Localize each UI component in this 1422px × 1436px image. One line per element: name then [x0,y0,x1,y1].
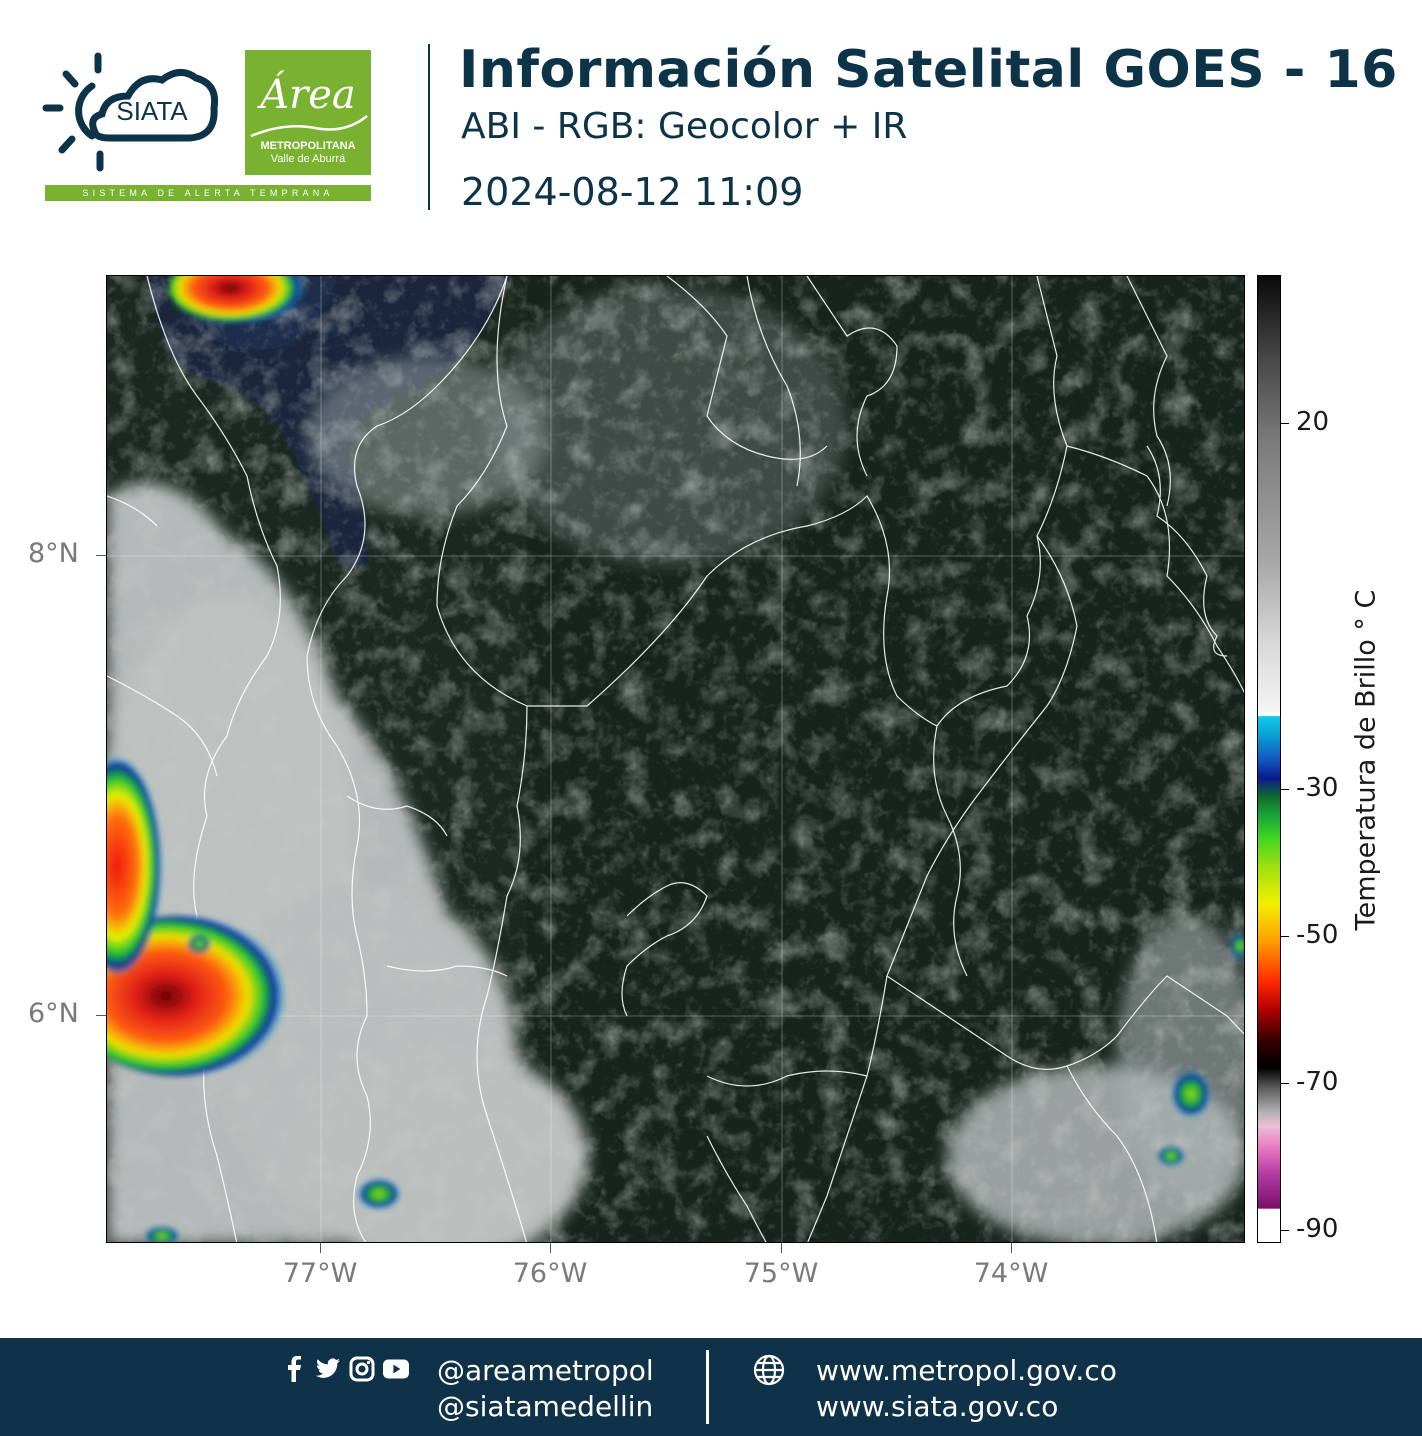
social-handle-siatamedellin[interactable]: @siatamedellin [437,1390,653,1423]
lon-label-76w: 76°W [512,1258,588,1289]
colorbar-tick [1281,1230,1289,1231]
social-icons [281,1354,409,1384]
temperature-colorbar [1257,275,1281,1243]
colorbar-tick [1281,789,1289,790]
colorbar-label: 20 [1296,407,1330,437]
lon-label-75w: 75°W [743,1258,819,1289]
area-logo-swoosh-icon [250,115,368,138]
twitter-icon[interactable] [315,1356,341,1382]
page-title: Información Satelital GOES - 16 [459,40,1398,100]
area-logo-line2: Valle de Aburrá [270,153,346,165]
lon-tick-77w [320,1243,321,1253]
product-subtitle: ABI - RGB: Geocolor + IR [461,106,908,147]
area-metropolitana-logo: Área METROPOLITANA Valle de Aburrá [245,50,371,175]
colorbar-tick [1281,1083,1289,1084]
lat-label-8n: 8°N [28,538,79,569]
colorbar-tick [1281,936,1289,937]
siata-tagline: SISTEMA DE ALERTA TEMPRANA [45,185,371,201]
lat-tick-6n [96,1015,106,1016]
link-siata[interactable]: www.siata.gov.co [816,1390,1058,1423]
globe-icon [753,1354,785,1386]
satellite-map-image [107,276,1244,1242]
lat-tick-8n [96,555,106,556]
link-metropol[interactable]: www.metropol.gov.co [816,1354,1117,1387]
lon-tick-75w [781,1243,782,1253]
colorbar-tick [1281,423,1289,424]
youtube-icon[interactable] [383,1356,409,1382]
siata-logo: SIATA [40,44,230,176]
colorbar-label: -50 [1296,920,1339,950]
lon-label-77w: 77°W [282,1258,358,1289]
social-handle-areametropol[interactable]: @areametropol [437,1354,654,1387]
footer-divider [706,1350,709,1424]
colorbar-label: -70 [1296,1067,1339,1097]
colorbar-label: -30 [1296,773,1339,803]
lat-label-6n: 6°N [28,998,79,1029]
image-timestamp: 2024-08-12 11:09 [461,170,804,214]
facebook-icon[interactable] [281,1356,307,1382]
instagram-icon[interactable] [349,1356,375,1382]
lon-tick-74w [1011,1243,1012,1253]
footer: @areametropol @siatamedellin www.metropo… [0,1338,1422,1436]
siata-logo-text: SIATA [116,96,188,126]
area-logo-line1: METROPOLITANA [260,140,356,152]
colorbar-label: -90 [1296,1214,1339,1244]
colorbar-title: Temperatura de Brillo ° C [1350,589,1382,931]
satellite-map [106,275,1245,1243]
header-divider [428,44,430,210]
lon-tick-76w [550,1243,551,1253]
lon-label-74w: 74°W [973,1258,1049,1289]
